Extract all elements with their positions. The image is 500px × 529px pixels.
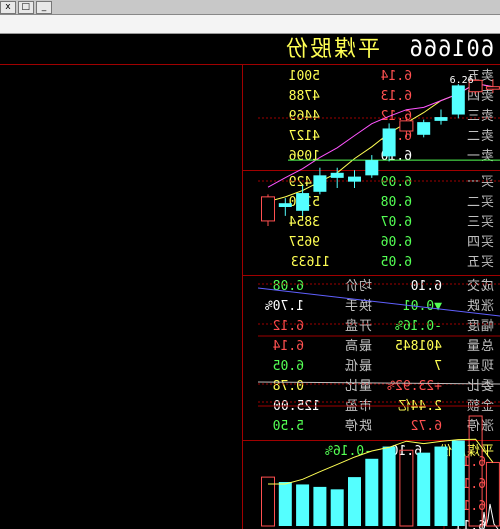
candle-body bbox=[330, 172, 344, 178]
volume-bar bbox=[468, 415, 483, 527]
volume-bar bbox=[417, 452, 431, 526]
kline-chart: 6.26 bbox=[258, 75, 500, 527]
indicator-line bbox=[258, 287, 500, 317]
candle-body bbox=[348, 176, 361, 182]
candle-body bbox=[382, 128, 396, 157]
candle-body bbox=[417, 122, 431, 135]
close-button[interactable]: x bbox=[0, 1, 16, 14]
volume-bar bbox=[296, 484, 310, 526]
candle-body bbox=[485, 86, 500, 90]
candle-body bbox=[278, 203, 292, 207]
candle-body bbox=[261, 196, 275, 222]
title-bar: x □ _ bbox=[0, 0, 500, 15]
menu-strip bbox=[0, 15, 500, 34]
minimize-icon: _ bbox=[41, 2, 47, 12]
volume-bar bbox=[382, 446, 396, 526]
candle-body bbox=[296, 193, 310, 211]
volume-bar bbox=[348, 477, 361, 526]
volume-bar bbox=[330, 489, 344, 526]
candle-body bbox=[365, 160, 379, 176]
volume-bar bbox=[434, 446, 448, 526]
stock-name: 平煤股份 bbox=[283, 37, 380, 62]
volume-bar bbox=[278, 482, 292, 526]
volume-bar bbox=[365, 458, 379, 526]
volume-bar bbox=[485, 461, 500, 527]
candle-body bbox=[399, 120, 414, 132]
close-icon: x bbox=[5, 2, 11, 12]
maximize-button[interactable]: □ bbox=[18, 1, 34, 14]
volume-bar bbox=[399, 449, 414, 527]
candle-body bbox=[434, 117, 448, 121]
candle-body bbox=[313, 175, 327, 192]
stock-quote-window: x □ _ 601666 平煤股份 卖五 卖四 卖三 卖二 卖一 6.14 6.… bbox=[0, 0, 500, 529]
kline-high-label: 6.26 bbox=[450, 75, 474, 86]
mirrored-screen: x □ _ 601666 平煤股份 卖五 卖四 卖三 卖二 卖一 6.14 6.… bbox=[0, 0, 500, 529]
volume-bar bbox=[451, 440, 465, 526]
stock-code: 601666 bbox=[408, 37, 494, 62]
volume-bar bbox=[313, 486, 327, 526]
maximize-icon: □ bbox=[21, 2, 31, 12]
candle-body bbox=[451, 85, 465, 115]
minimize-button[interactable]: _ bbox=[36, 1, 52, 14]
